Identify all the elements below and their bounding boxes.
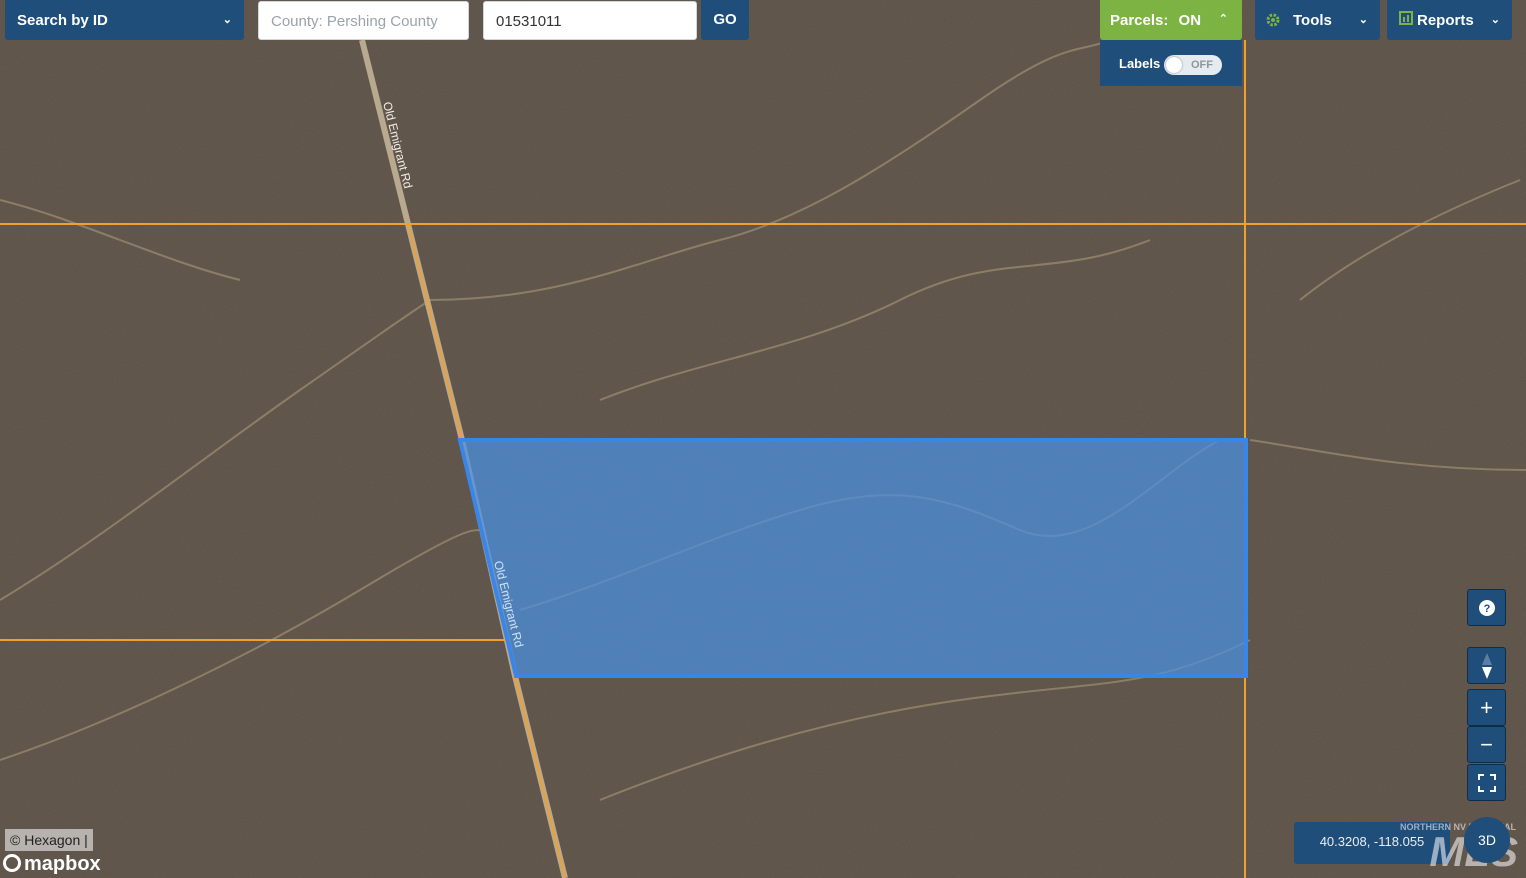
parcels-state: ON xyxy=(1178,12,1202,29)
labels-toggle[interactable]: OFF xyxy=(1164,55,1222,75)
tools-label: Tools xyxy=(1293,12,1332,29)
fullscreen-button[interactable] xyxy=(1467,764,1506,801)
gear-icon xyxy=(1266,13,1280,27)
help-button[interactable]: ? xyxy=(1467,589,1506,626)
reports-label: Reports xyxy=(1417,12,1474,29)
map-attribution[interactable]: © Hexagon | xyxy=(5,829,93,851)
chevron-down-icon: ⌄ xyxy=(1490,14,1500,26)
labels-panel: Labels OFF xyxy=(1100,40,1242,86)
fullscreen-icon xyxy=(1477,774,1496,792)
svg-text:?: ? xyxy=(1483,603,1490,615)
labels-state: OFF xyxy=(1191,59,1213,71)
parcels-label: Parcels: xyxy=(1110,12,1169,29)
map-canvas[interactable]: Old Emigrant Rd Old Emigrant Rd xyxy=(0,0,1526,878)
reports-button[interactable]: Reports ⌄ xyxy=(1387,0,1512,40)
zoom-in-button[interactable]: + xyxy=(1467,689,1506,726)
go-button[interactable]: GO xyxy=(701,0,749,40)
parcel-id-input[interactable]: 01531011 xyxy=(483,1,697,40)
search-mode-label: Search by ID xyxy=(17,12,108,29)
county-field[interactable]: County: Pershing County xyxy=(258,1,469,40)
bar-chart-icon xyxy=(1399,11,1413,25)
compass-button[interactable] xyxy=(1467,647,1506,684)
toggle-knob xyxy=(1166,57,1182,73)
tools-button[interactable]: Tools ⌄ xyxy=(1255,0,1380,40)
mapbox-mark-icon xyxy=(3,854,21,872)
mapbox-wordmark: mapbox xyxy=(24,853,101,875)
labels-label: Labels xyxy=(1119,56,1161,71)
view-3d-button[interactable]: 3D xyxy=(1464,817,1510,863)
chevron-up-icon: ⌃ xyxy=(1218,13,1228,25)
chevron-down-icon: ⌄ xyxy=(1358,14,1368,26)
zoom-out-button[interactable]: − xyxy=(1467,726,1506,763)
chevron-down-icon: ⌄ xyxy=(222,14,232,26)
parcels-toggle-button[interactable]: Parcels: ON ⌃ xyxy=(1100,0,1242,40)
compass-icon xyxy=(1481,653,1492,679)
search-mode-select[interactable]: Search by ID ⌄ xyxy=(5,0,244,40)
question-icon: ? xyxy=(1478,600,1495,616)
mapbox-logo[interactable]: mapbox xyxy=(3,853,101,876)
selected-parcel[interactable] xyxy=(457,438,1248,678)
